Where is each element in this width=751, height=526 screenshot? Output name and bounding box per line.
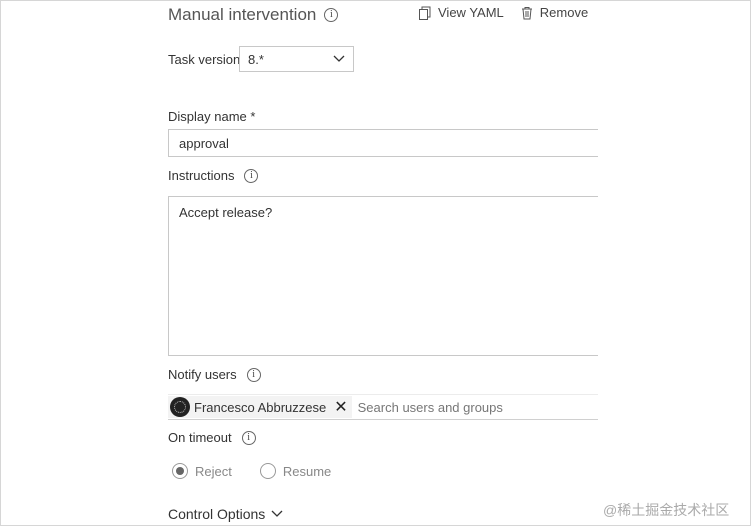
avatar [170,397,190,417]
notify-users-label-text: Notify users [168,367,237,382]
instructions-label: Instructions i [168,168,259,183]
radio-selected-icon [172,463,188,479]
info-icon[interactable]: i [241,430,256,445]
user-chip: Francesco Abbruzzese ✕ [168,396,352,418]
radio-resume[interactable]: Resume [259,463,332,479]
radio-resume-label: Resume [282,463,332,479]
control-options-toggle[interactable]: Control Options [168,506,283,522]
info-icon[interactable]: i [244,168,259,183]
display-name-field[interactable]: approval [168,129,598,157]
instructions-label-text: Instructions [168,168,235,183]
user-chip-name: Francesco Abbruzzese [194,399,327,415]
task-version-select[interactable]: 8.* [239,46,354,72]
task-version-label-text: Task version [168,52,241,67]
on-timeout-radio-group: Reject Resume [172,463,331,479]
copy-icon [419,6,431,20]
remove-button[interactable]: Remove [520,5,588,20]
display-name-value: approval [179,135,229,151]
radio-unselected-icon [259,463,276,479]
task-toolbar: View YAML Remove [418,5,588,20]
on-timeout-label-text: On timeout [168,430,232,445]
display-name-label: Display name * [168,109,255,124]
task-title: Manual intervention i [168,5,339,25]
control-options-label: Control Options [168,506,266,522]
watermark: @稀土掘金技术社区 [603,502,730,518]
notify-users-picker[interactable]: Francesco Abbruzzese ✕ Search users and … [168,394,598,420]
info-icon[interactable]: i [246,367,261,382]
task-version-value: 8.* [248,51,264,67]
instructions-textarea[interactable]: Accept release? [168,196,598,356]
radio-reject-label: Reject [195,463,232,479]
task-title-text: Manual intervention [168,5,317,24]
view-yaml-button[interactable]: View YAML [418,5,504,20]
on-timeout-label: On timeout i [168,430,256,445]
task-version-label: Task version [168,52,240,67]
info-icon[interactable]: i [324,8,339,22]
radio-reject[interactable]: Reject [172,463,232,479]
view-yaml-label: View YAML [438,5,504,20]
remove-label: Remove [539,5,589,20]
search-users-input[interactable]: Search users and groups [358,400,503,415]
display-name-label-text: Display name * [168,109,256,124]
instructions-value: Accept release? [179,205,273,220]
close-icon[interactable]: ✕ [334,397,347,417]
trash-icon [521,6,532,19]
chevron-down-icon [333,55,345,62]
notify-users-label: Notify users i [168,367,261,382]
chevron-down-icon [271,510,283,517]
